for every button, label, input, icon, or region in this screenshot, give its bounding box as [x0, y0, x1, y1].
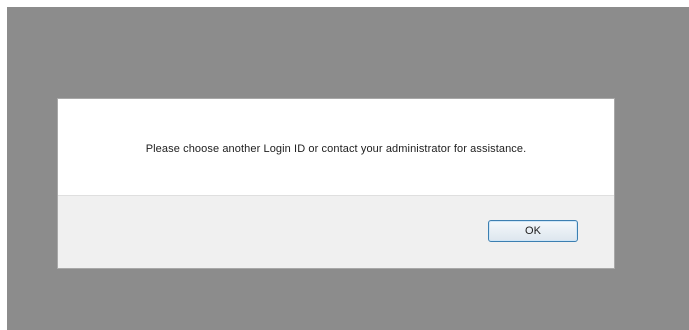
dialog-body: Please choose another Login ID or contac…	[58, 99, 614, 195]
alert-dialog: Please choose another Login ID or contac…	[58, 99, 614, 268]
dialog-message: Please choose another Login ID or contac…	[145, 143, 527, 155]
ok-button[interactable]: OK	[488, 220, 578, 242]
